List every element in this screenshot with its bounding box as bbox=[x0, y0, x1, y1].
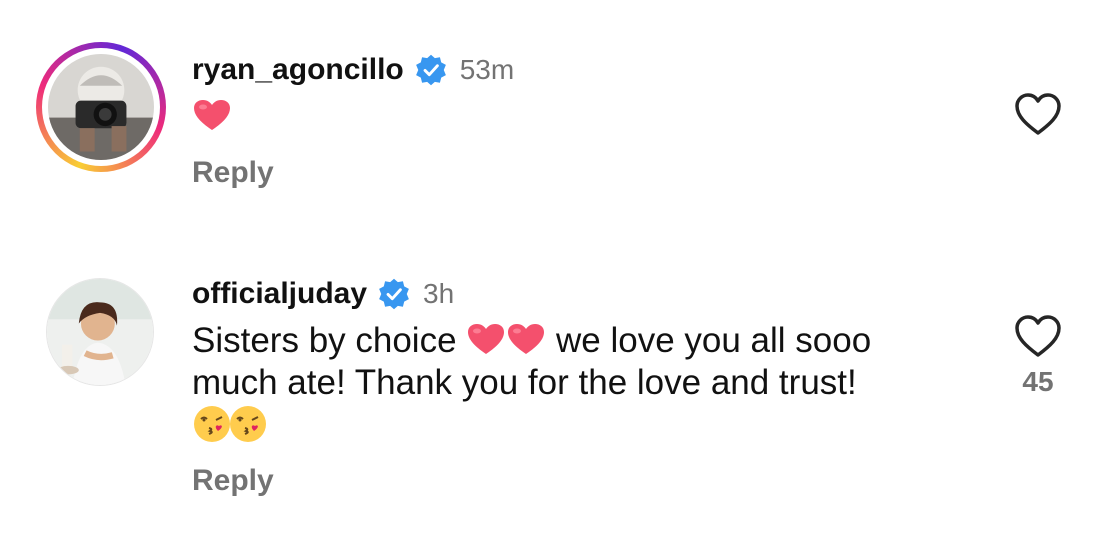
like-count: 45 bbox=[1022, 366, 1054, 397]
comment-text-part: Sisters by choice bbox=[192, 321, 467, 360]
reply-button[interactable]: Reply bbox=[192, 464, 274, 498]
red-heart-emoji bbox=[506, 322, 546, 356]
reply-button[interactable]: Reply bbox=[192, 156, 274, 190]
story-ring bbox=[36, 42, 166, 172]
username[interactable]: officialjuday bbox=[192, 277, 367, 311]
kissing-face-emoji bbox=[228, 404, 268, 444]
avatar[interactable] bbox=[36, 42, 166, 172]
verified-badge-icon bbox=[377, 277, 411, 311]
red-heart-emoji bbox=[466, 322, 506, 356]
like-section: 45 bbox=[1014, 314, 1062, 398]
comment-item: officialjuday 3h Sisters by choice we lo… bbox=[0, 250, 1120, 533]
verified-badge-icon bbox=[414, 53, 448, 87]
comment-body: officialjuday 3h Sisters by choice we lo… bbox=[192, 272, 952, 498]
heart-outline-icon[interactable] bbox=[1014, 314, 1062, 358]
comment-time: 3h bbox=[423, 278, 455, 309]
comment-time: 53m bbox=[459, 54, 515, 85]
comment-text: Sisters by choice we love you all sooo m… bbox=[192, 320, 952, 446]
like-section bbox=[1014, 92, 1062, 144]
username[interactable]: ryan_agoncillo bbox=[192, 53, 404, 87]
red-heart-emoji bbox=[192, 98, 232, 132]
avatar-photo bbox=[48, 54, 154, 160]
comment-body: ryan_agoncillo 53m Reply bbox=[192, 48, 952, 190]
avatar-photo bbox=[47, 279, 153, 385]
comment-text bbox=[192, 96, 952, 138]
kissing-face-emoji bbox=[192, 404, 232, 444]
comment-header: officialjuday 3h bbox=[192, 272, 952, 316]
comment-item: ryan_agoncillo 53m Reply bbox=[0, 0, 1120, 250]
heart-outline-icon[interactable] bbox=[1014, 92, 1062, 136]
avatar[interactable] bbox=[46, 278, 154, 386]
comment-header: ryan_agoncillo 53m bbox=[192, 48, 952, 92]
